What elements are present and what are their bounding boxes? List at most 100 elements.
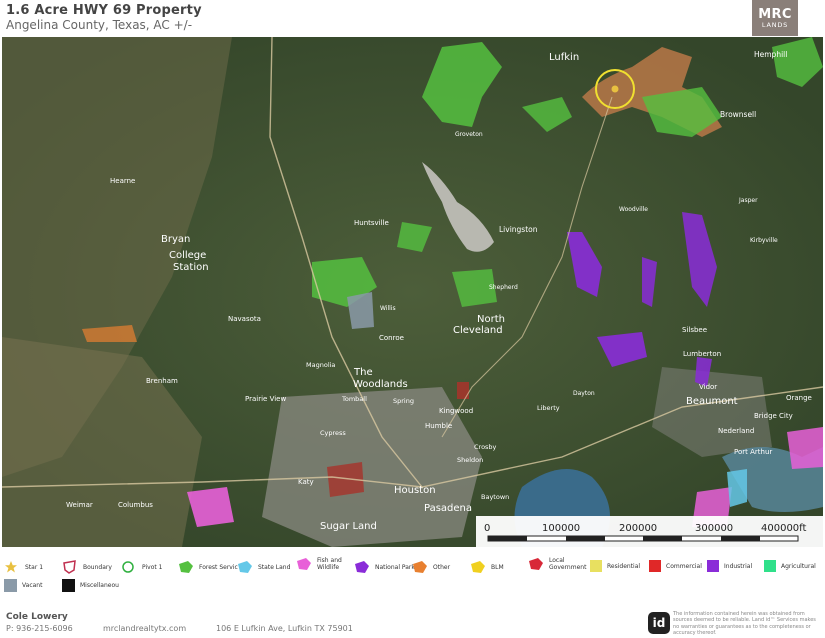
legend-label: Local Government: [549, 557, 587, 571]
map-canvas[interactable]: Lufkin Hemphill Brownsell Bryan College …: [2, 37, 823, 547]
city-label: Cleveland: [453, 325, 503, 336]
scale-label: 300000: [695, 523, 733, 534]
legend-label: Residential: [607, 562, 641, 570]
mrc-lands-logo: MRC LANDS: [752, 0, 798, 36]
legend-item-star: Star 1: [4, 560, 43, 574]
agricultural-swatch: [764, 560, 776, 572]
city-label: Houston: [394, 485, 436, 496]
city-label: Lufkin: [549, 52, 579, 63]
legend-label: Pivot 1: [142, 563, 163, 571]
city-label: Hearne: [110, 177, 135, 185]
city-label: Humble: [425, 422, 452, 430]
city-label: Spring: [393, 397, 414, 405]
agent-name: Cole Lowery: [6, 612, 68, 622]
agent-address: 106 E Lufkin Ave, Lufkin TX 75901: [216, 624, 353, 633]
scale-label: 400000ft: [761, 523, 807, 534]
legend-item-boundary: Boundary: [62, 560, 112, 574]
legend-label: BLM: [491, 563, 504, 571]
city-label: Jasper: [738, 197, 758, 204]
legend-item-local-government: Local Government: [528, 557, 587, 571]
legend-label: Forest Servic: [199, 563, 238, 571]
scale-label: 0: [484, 523, 490, 534]
city-label: Cypress: [320, 429, 346, 437]
city-label: Tomball: [341, 395, 367, 403]
legend-item-state-land: State Land: [237, 560, 290, 574]
national-park-swatch: [354, 560, 370, 574]
legend-item-vacant: Vacant: [4, 579, 42, 592]
legend-label: National Park: [375, 563, 415, 571]
state-land-swatch: [237, 560, 253, 574]
city-label: Brownsell: [720, 110, 756, 119]
city-label: Groveton: [455, 131, 483, 138]
legend-label: Commercial: [666, 562, 702, 570]
scale-segment: [566, 536, 605, 541]
legend-item-agricultural: Agricultural: [764, 560, 816, 572]
legend-label: Star 1: [25, 563, 44, 571]
legend-label: Vacant: [22, 582, 43, 589]
legend-label: Fish and Wildlife: [317, 557, 342, 571]
city-label: Woodlands: [353, 379, 408, 390]
city-label: Shepherd: [489, 284, 518, 291]
legend-item-national-park: National Park: [354, 560, 415, 574]
agent-phone[interactable]: P: 936-215-6096: [6, 624, 73, 633]
city-label: Crosby: [474, 443, 497, 451]
fish-wildlife-swatch: [296, 557, 312, 571]
city-label: Huntsville: [354, 219, 389, 227]
city-label: Weimar: [66, 501, 93, 509]
city-label: Woodville: [619, 206, 648, 213]
legend-item-commercial: Commercial: [649, 560, 702, 572]
subject-property-marker[interactable]: [611, 85, 619, 93]
city-label: Columbus: [118, 501, 153, 509]
city-label: Livingston: [499, 225, 538, 234]
local-government-kingwood: [457, 382, 469, 399]
legend-item-blm: BLM: [470, 560, 504, 574]
page-subtitle: Angelina County, Texas, AC +/-: [6, 18, 193, 32]
city-label: Pasadena: [424, 503, 472, 514]
city-label: College: [169, 250, 206, 261]
header: 1.6 Acre HWY 69 Property Angelina County…: [0, 0, 825, 36]
city-label: Bridge City: [754, 412, 793, 420]
legend-item-forest-service: Forest Servic: [178, 560, 238, 574]
logo-line2: LANDS: [761, 21, 789, 29]
pivot-circle-icon: [121, 560, 137, 574]
city-label: Bryan: [161, 234, 190, 245]
local-government-swatch: [528, 557, 544, 571]
legend-item-residential: Residential: [590, 560, 640, 572]
city-label: Baytown: [481, 493, 509, 501]
city-label: Silsbee: [682, 326, 707, 334]
city-label: Katy: [298, 478, 314, 486]
city-label: Conroe: [379, 334, 404, 342]
land-id-logo: id: [648, 612, 670, 634]
city-label: Vidor: [699, 383, 717, 391]
scale-label: 100000: [542, 523, 580, 534]
city-label: Navasota: [228, 315, 261, 323]
city-label: Prairie View: [245, 395, 286, 403]
scale-bar-graphic: 0 100000 200000 300000 400000ft: [484, 523, 807, 542]
scale-segment: [721, 536, 760, 541]
legend-label: Other: [433, 563, 451, 571]
city-label: Dayton: [573, 390, 595, 397]
scale-segment: [488, 536, 527, 541]
city-label: Sheldon: [457, 456, 483, 464]
city-label: Orange: [786, 394, 812, 402]
city-label: North: [477, 314, 505, 325]
city-label: Port Arthur: [734, 448, 772, 456]
residential-swatch: [590, 560, 602, 572]
legend-item-miscellaneous: Miscellaneou: [62, 579, 119, 592]
city-label: Kirbyville: [750, 237, 778, 244]
scale-label: 200000: [619, 523, 657, 534]
agent-website-link[interactable]: mrclandrealtytx.com: [103, 624, 186, 633]
map-scale-bar: 0 100000 200000 300000 400000ft: [476, 516, 823, 547]
page-title: 1.6 Acre HWY 69 Property: [6, 3, 202, 18]
legend-item-pivot: Pivot 1: [121, 560, 162, 574]
footer: Cole Lowery P: 936-215-6096 mrclandrealt…: [0, 606, 825, 638]
legend-item-fish-wildlife: Fish and Wildlife: [296, 557, 346, 571]
vacant-swatch: [4, 579, 17, 592]
city-label: Nederland: [718, 427, 754, 435]
city-label: Brenham: [146, 377, 178, 385]
blm-swatch: [470, 560, 486, 574]
legend-item-industrial: Industrial: [707, 560, 752, 572]
fish-wildlife-refuge-sabine: [787, 427, 823, 469]
satellite-map[interactable]: Lufkin Hemphill Brownsell Bryan College …: [2, 37, 823, 547]
industrial-swatch: [707, 560, 719, 572]
